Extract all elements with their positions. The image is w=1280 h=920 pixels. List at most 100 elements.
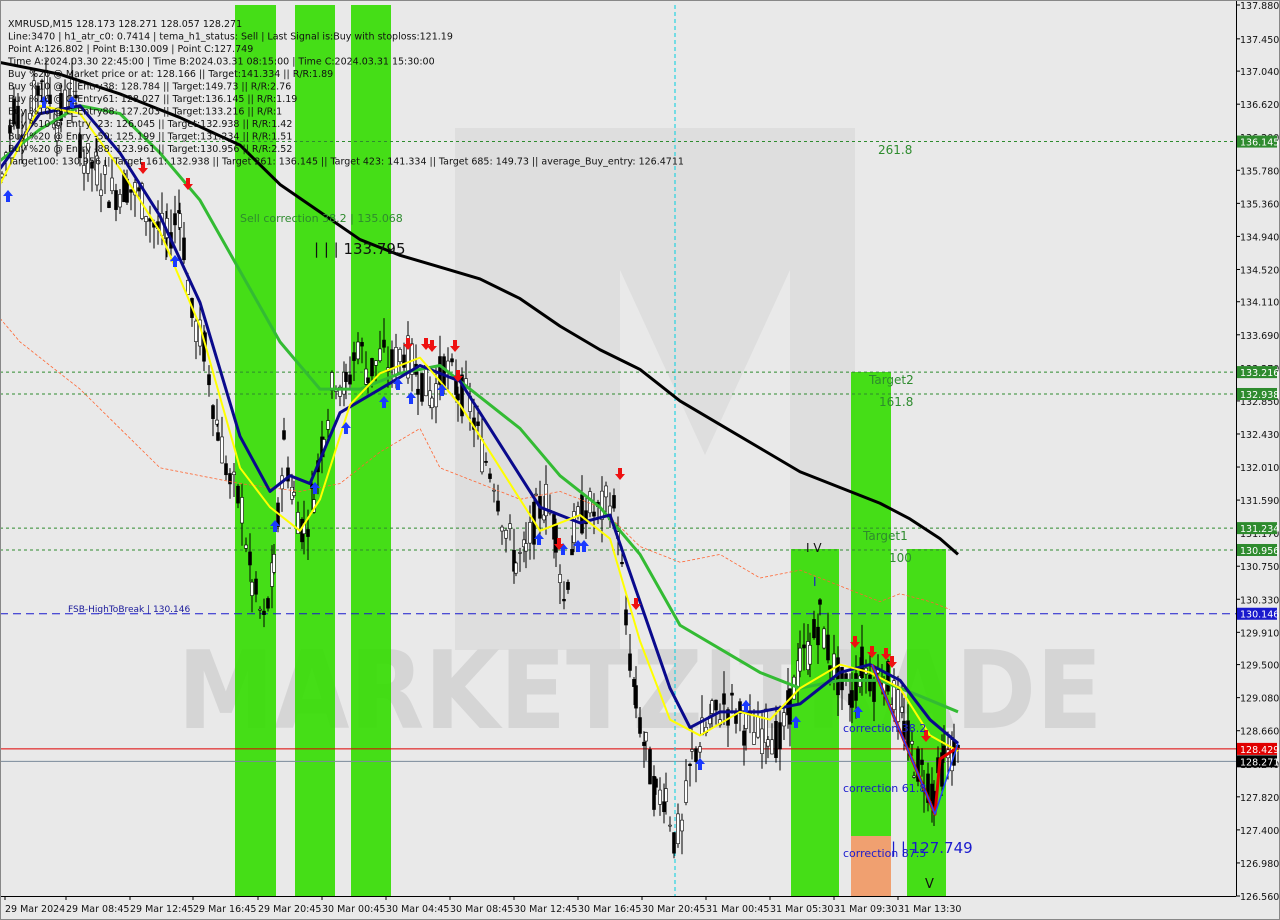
- candle-body: [764, 708, 768, 743]
- time-tick-label: 31 Mar 05:30: [770, 904, 833, 915]
- candle-body: [854, 673, 858, 701]
- header-line-4: Buy %20 @ Market price or at: 128.166 ||…: [8, 69, 333, 80]
- candle-body: [570, 549, 574, 556]
- price-tick-label: 137.880: [1240, 1, 1279, 12]
- candle-body: [240, 497, 244, 524]
- candle-body: [624, 609, 628, 626]
- candle-body: [612, 495, 616, 509]
- candle-body: [248, 551, 252, 566]
- candle-body: [600, 490, 604, 520]
- header-line-1: Line:3470 | h1_atr_c0: 0.7414 | tema_h1_…: [8, 32, 453, 43]
- candle-body: [886, 661, 890, 692]
- candle-body: [860, 646, 864, 678]
- header-line-2: Point A:126.802 | Point B:130.009 | Poin…: [8, 44, 253, 55]
- level-price-label: 128.271: [1240, 757, 1279, 768]
- candle-body: [194, 320, 198, 342]
- candle-body: [456, 393, 460, 401]
- candle-body: [770, 739, 774, 755]
- zone-band-4: [851, 372, 891, 896]
- candle-body: [638, 717, 642, 734]
- price-tick-label: 136.620: [1240, 100, 1279, 111]
- candle-body: [798, 647, 802, 672]
- candle-body: [236, 485, 240, 504]
- level-price-label: 132.938: [1240, 390, 1279, 401]
- candle-body: [326, 420, 330, 430]
- candle-body: [604, 485, 608, 498]
- time-tick-label: 30 Mar 20:45: [642, 904, 705, 915]
- candle-body: [282, 430, 286, 440]
- candle-body: [272, 554, 276, 573]
- candle-body: [774, 721, 778, 758]
- candle-body: [698, 746, 702, 753]
- level-price-label: 131.234: [1240, 524, 1279, 535]
- price-tick-label: 132.010: [1240, 463, 1279, 474]
- candle-body: [508, 523, 512, 529]
- price-tick-label: 132.430: [1240, 430, 1279, 441]
- time-tick-label: 31 Mar 09:30: [834, 904, 897, 915]
- candle-body: [690, 749, 694, 752]
- candle-body: [394, 347, 398, 375]
- candle-body: [144, 216, 148, 222]
- header-line-5: Buy %10 @ C_Entry38: 128.784 || Target:1…: [8, 82, 291, 93]
- candle-body: [710, 700, 714, 714]
- time-tick-label: 29 Mar 20:45: [258, 904, 321, 915]
- header-line-6: Buy %10 @ C_Entry61: 128.027 || Target:1…: [8, 94, 297, 105]
- annotation-3: 261.8: [878, 143, 912, 157]
- candle-body: [250, 581, 254, 596]
- level-price-label: 136.145: [1240, 138, 1279, 149]
- header-line-11: Target100: 130.956 || Target 161: 132.93…: [7, 157, 684, 168]
- candle-body: [756, 716, 760, 738]
- candle-body: [356, 341, 360, 360]
- candle-body: [896, 689, 900, 722]
- chart-root: MARKETZITRADE FSB-HighToBreak | 130.146 S…: [0, 0, 1280, 920]
- candle-body: [628, 653, 632, 671]
- candle-body: [912, 775, 916, 778]
- sell-arrow-4: [427, 340, 437, 352]
- candle-body: [398, 349, 402, 363]
- candle-body: [220, 436, 224, 464]
- time-tick-label: 30 Mar 08:45: [450, 904, 513, 915]
- candle-body: [262, 610, 266, 616]
- candle-body: [850, 690, 854, 708]
- candle-body: [228, 473, 232, 485]
- annotation-6: Target1: [862, 529, 908, 543]
- price-tick-label: 137.040: [1240, 67, 1279, 78]
- candle-body: [173, 213, 177, 226]
- candle-body: [812, 619, 816, 639]
- candle-body: [258, 608, 262, 611]
- candle-body: [360, 342, 364, 347]
- candle-body: [832, 653, 836, 678]
- candle-body: [492, 489, 496, 492]
- price-tick-label: 130.750: [1240, 562, 1279, 573]
- candle-body: [694, 748, 698, 762]
- zone-band-1: [295, 5, 335, 896]
- candle-body: [662, 801, 666, 813]
- header-line-10: Buy %20 @ Entry -88: 123.961 || Target:1…: [8, 144, 292, 155]
- candle-body: [562, 598, 566, 602]
- candle-body: [868, 674, 872, 692]
- price-tick-label: 126.980: [1240, 859, 1279, 870]
- annotation-11: | | 127.749: [891, 839, 973, 857]
- candle-body: [730, 692, 734, 696]
- candle-body: [654, 778, 658, 788]
- candle-body: [818, 599, 822, 605]
- candle-body: [808, 645, 812, 665]
- zone-band-3: [791, 549, 839, 896]
- candle-body: [416, 388, 420, 395]
- candle-body: [244, 544, 248, 549]
- candle-body: [504, 530, 508, 539]
- candle-body: [688, 763, 692, 766]
- buy-arrow-0: [3, 190, 13, 202]
- candle-body: [450, 358, 454, 363]
- candle-body: [744, 713, 748, 729]
- candle-body: [224, 463, 228, 476]
- candle-body: [292, 492, 296, 496]
- candle-body: [588, 491, 592, 514]
- candle-body: [500, 526, 504, 532]
- candle-body: [484, 460, 488, 463]
- candle-body: [182, 237, 186, 261]
- annotation-9: correction 61.8: [843, 782, 926, 795]
- price-tick-label: 126.560: [1240, 892, 1279, 903]
- candle-body: [524, 543, 528, 552]
- price-tick-label: 133.690: [1240, 331, 1279, 342]
